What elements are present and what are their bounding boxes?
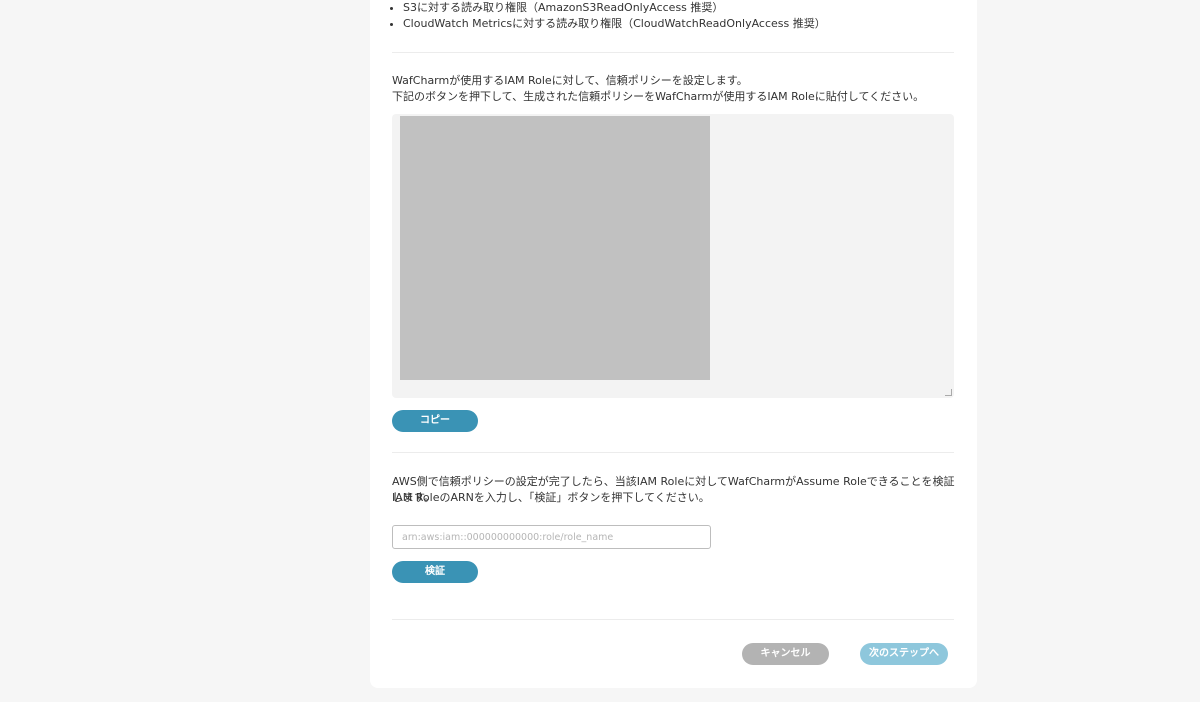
resize-handle-icon[interactable] <box>945 389 952 396</box>
trust-policy-instruction-2: 下記のボタンを押下して、生成された信頼ポリシーをWafCharmが使用するIAM… <box>392 90 925 103</box>
permission-item-cloudwatch: CloudWatch Metricsに対する読み取り権限（CloudWatchR… <box>403 16 826 32</box>
iam-role-arn-input[interactable] <box>392 525 711 549</box>
permission-list: S3に対する読み取り権限（AmazonS3ReadOnlyAccess 推奨） … <box>388 0 826 32</box>
trust-policy-content-placeholder <box>400 116 710 380</box>
verify-button[interactable]: 検証 <box>392 561 478 583</box>
cancel-button[interactable]: キャンセル <box>742 643 829 665</box>
section-divider <box>392 52 954 53</box>
trust-policy-textarea[interactable] <box>392 114 954 398</box>
section-divider <box>392 619 954 620</box>
trust-policy-instruction-1: WafCharmが使用するIAM Roleに対して、信頼ポリシーを設定します。 <box>392 74 748 87</box>
permission-item-s3: S3に対する読み取り権限（AmazonS3ReadOnlyAccess 推奨） <box>403 0 826 16</box>
copy-button[interactable]: コピー <box>392 410 478 432</box>
section-divider <box>392 452 954 453</box>
next-step-button[interactable]: 次のステップへ <box>860 643 948 665</box>
verify-instruction-2: IAM RoleのARNを入力し、「検証」ボタンを押下してください。 <box>392 491 710 504</box>
